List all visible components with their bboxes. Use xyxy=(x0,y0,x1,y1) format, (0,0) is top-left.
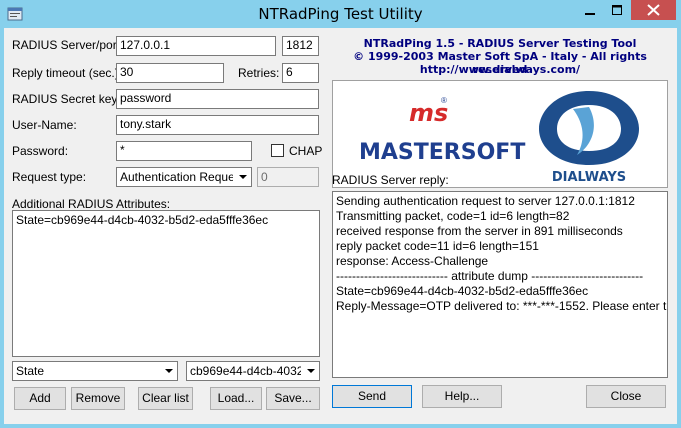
request-extra-field: 0 xyxy=(257,167,319,187)
attribute-name-value: State xyxy=(16,364,45,378)
save-button[interactable]: Save... xyxy=(266,387,320,410)
secret-label: RADIUS Secret key: xyxy=(12,92,121,106)
mastersoft-logo: ms ® MASTERSOFT xyxy=(359,96,525,165)
attribute-name-select[interactable]: State xyxy=(12,361,178,381)
reply-line: ---------------------------- attribute d… xyxy=(336,269,644,283)
minimize-button[interactable] xyxy=(577,0,603,20)
help-button[interactable]: Help... xyxy=(422,385,502,408)
reply-line: reply packet code=11 id=6 length=151 xyxy=(336,239,539,253)
request-type-select[interactable]: Authentication Request xyxy=(116,167,252,187)
username-input[interactable]: tony.stark xyxy=(116,115,319,135)
chap-checkbox[interactable] xyxy=(271,144,284,157)
attribute-item[interactable]: State=cb969e44-d4cb-4032-b5d2-eda5fffe36… xyxy=(16,213,316,228)
close-window-button[interactable] xyxy=(631,0,676,20)
retries-input[interactable]: 6 xyxy=(282,63,319,83)
attributes-label: Additional RADIUS Attributes: xyxy=(12,197,171,211)
reply-label: RADIUS Server reply: xyxy=(332,173,449,187)
attributes-list[interactable]: State=cb969e44-d4cb-4032-b5d2-eda5fffe36… xyxy=(12,210,320,357)
attribute-value-select[interactable]: cb969e44-d4cb-4032-b5d2 xyxy=(186,361,320,381)
secret-input[interactable]: password xyxy=(116,89,319,109)
maximize-button[interactable] xyxy=(604,0,630,20)
app-window: NTRadPing Test Utility RADIUS Server/por… xyxy=(0,0,681,428)
request-type-label: Request type: xyxy=(12,170,87,184)
about-url[interactable]: http://www.dialways.com/ xyxy=(332,63,668,76)
request-type-value: Authentication Request xyxy=(120,170,233,184)
add-button[interactable]: Add xyxy=(14,387,66,410)
close-button[interactable]: Close xyxy=(586,385,666,408)
password-label: Password: xyxy=(12,144,69,158)
attribute-value-value: cb969e44-d4cb-4032-b5d2 xyxy=(190,364,301,378)
logo-banner: ms ® MASTERSOFT DIALWAYS xyxy=(332,80,668,188)
remove-button[interactable]: Remove xyxy=(71,387,125,410)
reply-output[interactable]: Sending authentication request to server… xyxy=(332,191,668,378)
username-label: User-Name: xyxy=(12,118,77,132)
about-title: NTRadPing 1.5 - RADIUS Server Testing To… xyxy=(363,37,637,50)
dialog-client-area: RADIUS Server/port: 127.0.0.1 1812 Reply… xyxy=(4,28,677,424)
chap-label: CHAP xyxy=(289,144,323,158)
request-extra-value: 0 xyxy=(261,170,268,184)
reply-line: State=cb969e44-d4cb-4032-b5d2-eda5fffe36… xyxy=(336,284,589,298)
server-label: RADIUS Server/port: xyxy=(12,38,124,52)
close-icon xyxy=(647,4,660,16)
reply-line: Reply-Message=OTP delivered to: ***-***-… xyxy=(336,299,667,313)
chevron-down-icon xyxy=(165,369,173,373)
mastersoft-logo-text: MASTERSOFT xyxy=(359,140,525,165)
timeout-input[interactable]: 30 xyxy=(116,63,224,83)
server-address-input[interactable]: 127.0.0.1 xyxy=(116,36,276,56)
title-bar[interactable]: NTRadPing Test Utility xyxy=(0,0,681,28)
send-button[interactable]: Send xyxy=(332,385,412,408)
reply-line: response: Access-Challenge xyxy=(336,254,489,268)
maximize-icon xyxy=(612,5,622,15)
reply-line: Sending authentication request to server… xyxy=(336,194,635,208)
password-input[interactable]: * xyxy=(116,141,252,161)
chevron-down-icon xyxy=(239,175,247,179)
dialways-logo-text: DIALWAYS xyxy=(552,170,626,185)
clear-list-button[interactable]: Clear list xyxy=(138,387,193,410)
retries-label: Retries: xyxy=(238,66,280,80)
dialways-logo: DIALWAYS xyxy=(539,91,639,185)
minimize-icon xyxy=(585,13,595,15)
reply-line: received response from the server in 891… xyxy=(336,224,623,238)
svg-text:®: ® xyxy=(441,96,447,105)
timeout-label: Reply timeout (sec.): xyxy=(12,66,123,80)
server-port-input[interactable]: 1812 xyxy=(282,36,319,56)
reply-line: Transmitting packet, code=1 id=6 length=… xyxy=(336,209,570,223)
chevron-down-icon xyxy=(307,369,315,373)
load-button[interactable]: Load... xyxy=(210,387,262,410)
